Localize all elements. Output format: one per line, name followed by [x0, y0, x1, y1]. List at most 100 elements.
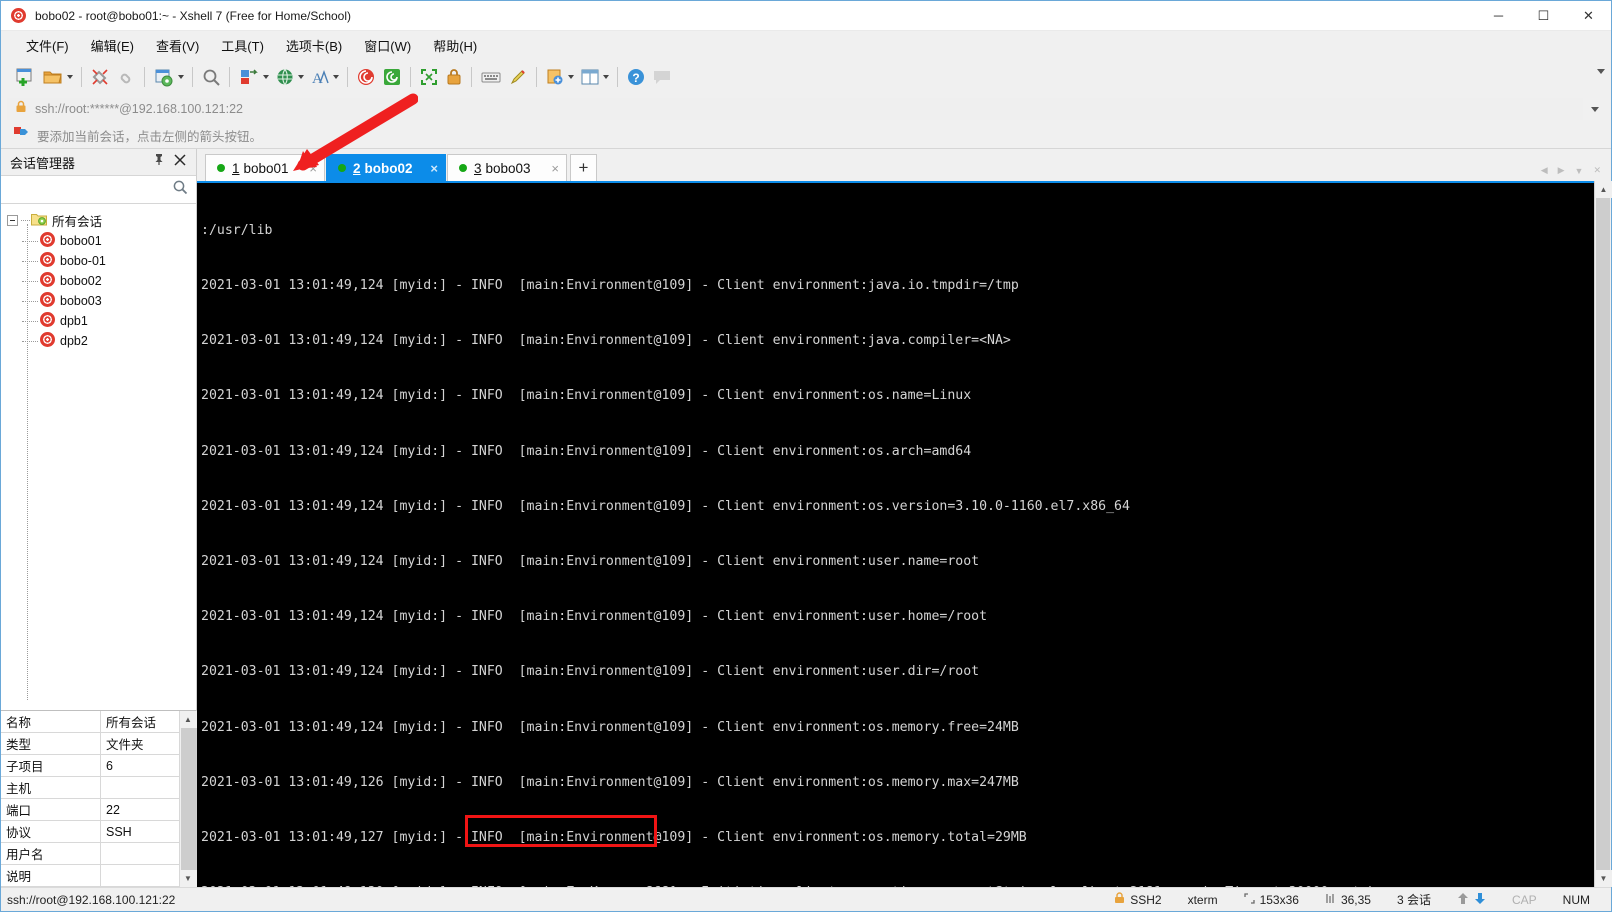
- close-icon[interactable]: [174, 153, 186, 171]
- tab-strip: 1 bobo01 × 2 bobo02 × 3 bobo03 × + ◀ ▶ ▼…: [197, 149, 1611, 181]
- scroll-up-icon[interactable]: ▲: [179, 711, 197, 728]
- lock-icon: [1114, 892, 1125, 907]
- add-session-flag-icon[interactable]: [13, 126, 29, 145]
- terminal-line: 2021-03-01 13:01:49,124 [myid:] - INFO […: [201, 278, 1019, 294]
- menu-help[interactable]: 帮助(H): [422, 33, 488, 58]
- scrollbar-thumb[interactable]: [1596, 198, 1610, 870]
- window-title: bobo02 - root@bobo01:~ - Xshell 7 (Free …: [35, 8, 352, 23]
- session-manager-header: 会话管理器: [1, 149, 196, 176]
- status-session-count[interactable]: 3 会话: [1384, 891, 1444, 908]
- close-button[interactable]: ✕: [1566, 1, 1611, 31]
- terminal-output[interactable]: :/usr/lib 2021-03-01 13:01:49,124 [myid:…: [197, 181, 1594, 887]
- toolbar-overflow-icon[interactable]: [1597, 69, 1605, 74]
- session-item-bobo-01[interactable]: bobo-01: [1, 251, 196, 271]
- search-icon[interactable]: [172, 179, 188, 200]
- tab-scroll-right-icon[interactable]: ▶: [1558, 165, 1565, 176]
- address-input[interactable]: ssh://root:******@192.168.100.121:22: [7, 98, 1583, 120]
- globe-button[interactable]: [272, 62, 307, 92]
- tab-number: 2: [353, 160, 361, 176]
- address-text: ssh://root:******@192.168.100.121:22: [35, 102, 243, 116]
- xftp-button[interactable]: [379, 62, 405, 92]
- scroll-up-icon[interactable]: ▲: [1595, 181, 1612, 198]
- new-session-button[interactable]: [11, 62, 39, 92]
- disconnect-button[interactable]: [87, 62, 113, 92]
- title-bar: bobo02 - root@bobo01:~ - Xshell 7 (Free …: [1, 1, 1611, 31]
- property-key: 名称: [1, 711, 101, 732]
- session-item-bobo03[interactable]: bobo03: [1, 291, 196, 311]
- chevron-down-icon: [298, 75, 304, 79]
- menu-edit[interactable]: 编辑(E): [80, 33, 145, 58]
- help-button[interactable]: ?: [623, 62, 649, 92]
- session-item-dpb1[interactable]: dpb1: [1, 311, 196, 331]
- layout-button[interactable]: [577, 62, 612, 92]
- tab-bobo03[interactable]: 3 bobo03 ×: [447, 154, 567, 181]
- folder-icon: [31, 212, 47, 229]
- tab-scroll-left-icon[interactable]: ◀: [1541, 165, 1548, 176]
- fullscreen-button[interactable]: [416, 62, 442, 92]
- xshell-button[interactable]: [353, 62, 379, 92]
- tab-list-icon[interactable]: ▼: [1575, 166, 1584, 176]
- scroll-down-icon[interactable]: ▼: [1595, 870, 1612, 887]
- open-session-button[interactable]: [39, 62, 76, 92]
- menu-view[interactable]: 查看(V): [145, 33, 210, 58]
- chevron-down-icon: [333, 75, 339, 79]
- collapse-icon[interactable]: [7, 215, 18, 226]
- feedback-button[interactable]: [649, 62, 675, 92]
- session-search-row[interactable]: [1, 176, 196, 204]
- terminal-scrollbar[interactable]: ▲ ▼: [1594, 181, 1612, 887]
- session-tree-root[interactable]: 所有会话: [1, 210, 196, 231]
- xshell-window: bobo02 - root@bobo01:~ - Xshell 7 (Free …: [0, 0, 1612, 912]
- session-item-bobo02[interactable]: bobo02: [1, 271, 196, 291]
- menu-file[interactable]: 文件(F): [15, 33, 80, 58]
- transfer-button[interactable]: [235, 62, 272, 92]
- status-terminal-type[interactable]: xterm: [1175, 893, 1231, 907]
- tab-number: 1: [232, 160, 240, 176]
- address-dropdown-icon[interactable]: [1591, 106, 1599, 112]
- window-controls: ─ ☐ ✕: [1476, 1, 1611, 31]
- properties-scrollbar[interactable]: ▲ ▼: [179, 711, 197, 887]
- minimize-button[interactable]: ─: [1476, 1, 1521, 31]
- tab-close-all-icon[interactable]: ✕: [1593, 165, 1601, 176]
- session-manager-panel: 会话管理器 所有会话 bobo01 bobo-01 bobo02 bobo03 …: [1, 149, 197, 887]
- highlight-button[interactable]: [505, 62, 531, 92]
- main-body: 会话管理器 所有会话 bobo01 bobo-01 bobo02 bobo03 …: [1, 149, 1612, 887]
- scroll-down-icon[interactable]: ▼: [179, 870, 197, 887]
- terminal-panel: 1 bobo01 × 2 bobo02 × 3 bobo03 × + ◀ ▶ ▼…: [197, 149, 1612, 887]
- terminal-line: 2021-03-01 13:01:49,127 [myid:] - INFO […: [201, 830, 1027, 846]
- toolbar-separator: [471, 67, 472, 87]
- property-row: 子项目 6: [1, 755, 179, 777]
- new-tab-button[interactable]: +: [570, 154, 597, 181]
- font-button[interactable]: A: [307, 62, 342, 92]
- toolbar-separator: [536, 67, 537, 87]
- tab-close-icon[interactable]: ×: [537, 161, 559, 176]
- properties-button[interactable]: [150, 62, 187, 92]
- property-key: 协议: [1, 821, 101, 842]
- terminal-line: 2021-03-01 13:01:49,124 [myid:] - INFO […: [201, 388, 972, 404]
- property-key: 用户名: [1, 843, 101, 864]
- new-file-button[interactable]: [542, 62, 577, 92]
- status-protocol[interactable]: SSH2: [1101, 892, 1174, 907]
- session-item-dpb2[interactable]: dpb2: [1, 331, 196, 351]
- download-arrow-icon: [1474, 892, 1486, 908]
- status-bar: ssh://root@192.168.100.121:22 SSH2 xterm…: [1, 887, 1611, 911]
- session-item-bobo01[interactable]: bobo01: [1, 231, 196, 251]
- tab-bobo01[interactable]: 1 bobo01 ×: [205, 154, 325, 181]
- reconnect-button[interactable]: [113, 62, 139, 92]
- pin-icon[interactable]: [153, 153, 165, 171]
- keyboard-button[interactable]: [477, 62, 505, 92]
- tab-close-icon[interactable]: ×: [295, 161, 317, 176]
- menu-tabs[interactable]: 选项卡(B): [275, 33, 353, 58]
- scrollbar-thumb[interactable]: [180, 728, 196, 870]
- lock-button[interactable]: [442, 62, 466, 92]
- tree-connector: [22, 280, 38, 282]
- maximize-button[interactable]: ☐: [1521, 1, 1566, 31]
- address-bar: ssh://root:******@192.168.100.121:22: [1, 95, 1611, 123]
- menu-window[interactable]: 窗口(W): [353, 33, 422, 58]
- status-size[interactable]: 153x36: [1231, 893, 1312, 907]
- tab-bobo02[interactable]: 2 bobo02 ×: [326, 154, 446, 181]
- tab-close-icon[interactable]: ×: [416, 161, 438, 176]
- toolbar-separator: [410, 67, 411, 87]
- status-cursor-pos[interactable]: 36,35: [1312, 893, 1384, 907]
- find-button[interactable]: [198, 62, 224, 92]
- menu-tools[interactable]: 工具(T): [210, 33, 275, 58]
